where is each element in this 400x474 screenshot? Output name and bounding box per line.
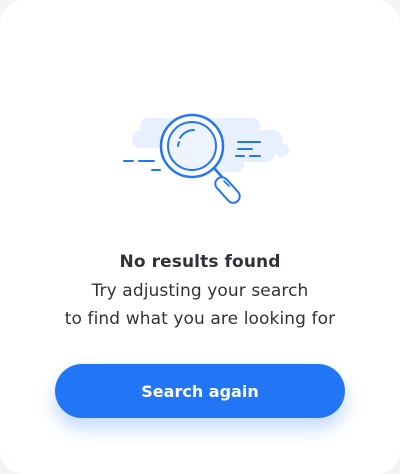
empty-state-message-line-2: to find what you are looking for (64, 309, 336, 329)
empty-state-title: No results found (119, 252, 281, 272)
empty-state-message-line-1: Try adjusting your search (91, 281, 309, 301)
magnifier-search-icon (110, 100, 300, 210)
search-again-button[interactable]: Search again (55, 364, 345, 418)
empty-state-card: No results found Try adjusting your sear… (0, 0, 400, 474)
